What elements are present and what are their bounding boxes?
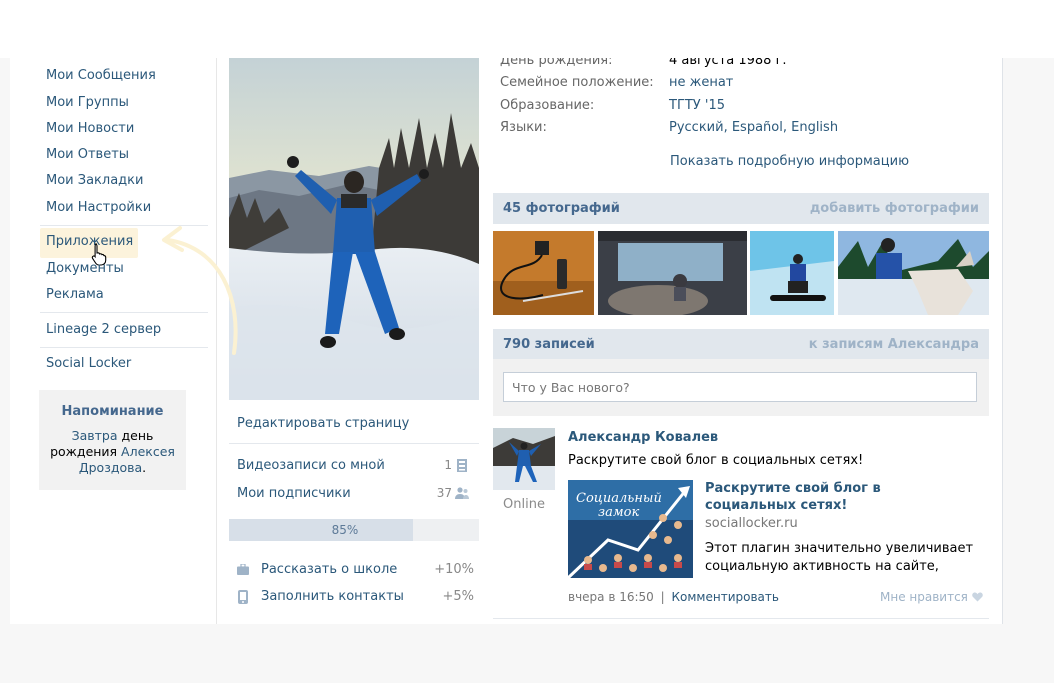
photo-thumbnail[interactable] bbox=[838, 231, 989, 315]
languages-label: Языки: bbox=[500, 120, 547, 135]
fill-contacts-link[interactable]: Заполнить контакты bbox=[261, 589, 404, 604]
like-button[interactable]: Мне нравится bbox=[880, 590, 983, 604]
snippet-description: Этот плагин значительно увеличивает соци… bbox=[705, 541, 974, 574]
school-percent: +10% bbox=[434, 562, 474, 577]
to-posts-link[interactable]: к записям Александра bbox=[809, 329, 979, 360]
new-post-input[interactable]: Что у Вас нового? bbox=[503, 372, 977, 402]
edit-page-link[interactable]: Редактировать страницу bbox=[237, 416, 409, 431]
education-value[interactable]: ТГТУ '15 bbox=[669, 98, 725, 113]
snippet-domain: sociallocker.ru bbox=[705, 516, 798, 531]
menu-item-messages[interactable]: Мои Сообщения bbox=[46, 67, 156, 85]
marital-status-value[interactable]: не женат bbox=[669, 75, 733, 90]
reminder-word: день bbox=[117, 428, 154, 443]
profile-photo[interactable] bbox=[229, 58, 479, 400]
menu-item-lineage[interactable]: Lineage 2 сервер bbox=[46, 321, 161, 339]
contacts-percent: +5% bbox=[442, 589, 474, 604]
profile-page: Мои Сообщения Мои Группы Мои Новости Мои… bbox=[10, 58, 1003, 624]
subscribers-icon bbox=[455, 487, 469, 499]
reminder-title: Напоминание bbox=[61, 404, 164, 419]
reminder-box: Напоминание Завтра день рождения Алексея… bbox=[39, 390, 186, 490]
curved-arrow-icon bbox=[162, 226, 238, 355]
snippet-title-link[interactable]: Раскрутите свой блог в социальных сетях! bbox=[705, 480, 975, 514]
comment-link[interactable]: Комментировать bbox=[672, 590, 779, 604]
videos-link[interactable]: Видеозаписи со мной bbox=[237, 458, 385, 473]
reminder-person-link[interactable]: Алексея bbox=[121, 444, 175, 459]
phone-icon bbox=[238, 590, 248, 604]
subscribers-count: 37 bbox=[436, 486, 452, 500]
reminder-tomorrow-link[interactable]: Завтра bbox=[72, 428, 118, 443]
subscribers-link[interactable]: Мои подписчики bbox=[237, 486, 351, 501]
marital-status-label: Семейное положение: bbox=[500, 75, 654, 90]
photo-thumbnail[interactable] bbox=[598, 231, 747, 315]
post-author-link[interactable]: Александр Ковалев bbox=[568, 430, 718, 445]
menu-item-bookmarks[interactable]: Мои Закладки bbox=[46, 172, 143, 190]
post-text: Раскрутите свой блог в социальных сетях! bbox=[568, 453, 864, 468]
meta-separator: | bbox=[660, 590, 665, 604]
posts-count-link[interactable]: 790 записей bbox=[503, 329, 595, 360]
menu-item-news[interactable]: Мои Новости bbox=[46, 120, 134, 138]
briefcase-icon bbox=[237, 564, 249, 575]
bottom-band bbox=[0, 624, 1054, 683]
snippet-image-text: замок bbox=[598, 505, 639, 520]
birthday-value: 4 августа 1988 г. bbox=[669, 58, 787, 68]
online-status: Online bbox=[503, 497, 545, 512]
add-photos-link[interactable]: добавить фотографии bbox=[810, 193, 979, 224]
photos-count-link[interactable]: 45 фотографий bbox=[503, 193, 620, 224]
post-divider bbox=[493, 618, 989, 619]
reminder-text: Завтра день рождения Алексея Дроздова. bbox=[43, 428, 182, 476]
education-label: Образование: bbox=[500, 98, 595, 113]
wall-header: 790 записей к записям Александра bbox=[493, 329, 989, 360]
menu-item-groups[interactable]: Мои Группы bbox=[46, 94, 129, 112]
post-time-link[interactable]: вчера в 16:50 bbox=[568, 590, 654, 604]
menu-item-social-locker[interactable]: Social Locker bbox=[46, 355, 131, 373]
reminder-word: рождения bbox=[50, 444, 122, 459]
videos-count: 1 bbox=[444, 458, 452, 472]
tell-about-school-link[interactable]: Рассказать о школе bbox=[261, 562, 397, 577]
heart-icon bbox=[971, 592, 983, 602]
progress-label: 85% bbox=[331, 523, 359, 537]
photo-thumbnail[interactable] bbox=[750, 231, 834, 315]
languages-value[interactable]: Русский, Español, English bbox=[669, 120, 838, 135]
photo-thumbnail[interactable] bbox=[493, 231, 594, 315]
new-post-box: Что у Вас нового? bbox=[493, 359, 989, 416]
menu-item-settings[interactable]: Мои Настройки bbox=[46, 199, 151, 217]
profile-progress-bar: 85% bbox=[229, 519, 479, 541]
top-band bbox=[0, 0, 1054, 58]
menu-item-documents[interactable]: Документы bbox=[46, 260, 124, 278]
like-label: Мне нравится bbox=[880, 590, 968, 604]
snippet-image-text: Социальный bbox=[576, 491, 662, 506]
page-right-border bbox=[1002, 58, 1003, 624]
menu-item-ads[interactable]: Реклама bbox=[46, 286, 104, 304]
menu-item-answers[interactable]: Мои Ответы bbox=[46, 146, 129, 164]
video-icon bbox=[457, 459, 467, 472]
birthday-label: День рождения: bbox=[500, 58, 613, 68]
snippet-image[interactable]: Социальный замок bbox=[568, 480, 693, 578]
divider bbox=[229, 443, 479, 444]
author-avatar[interactable] bbox=[493, 428, 555, 490]
reminder-dot: . bbox=[142, 460, 147, 475]
show-details-link[interactable]: Показать подробную информацию bbox=[670, 154, 909, 169]
reminder-person-link[interactable]: Дроздова bbox=[79, 460, 142, 475]
photos-header: 45 фотографий добавить фотографии bbox=[493, 193, 989, 224]
post-meta: вчера в 16:50 | Комментировать bbox=[568, 590, 779, 604]
